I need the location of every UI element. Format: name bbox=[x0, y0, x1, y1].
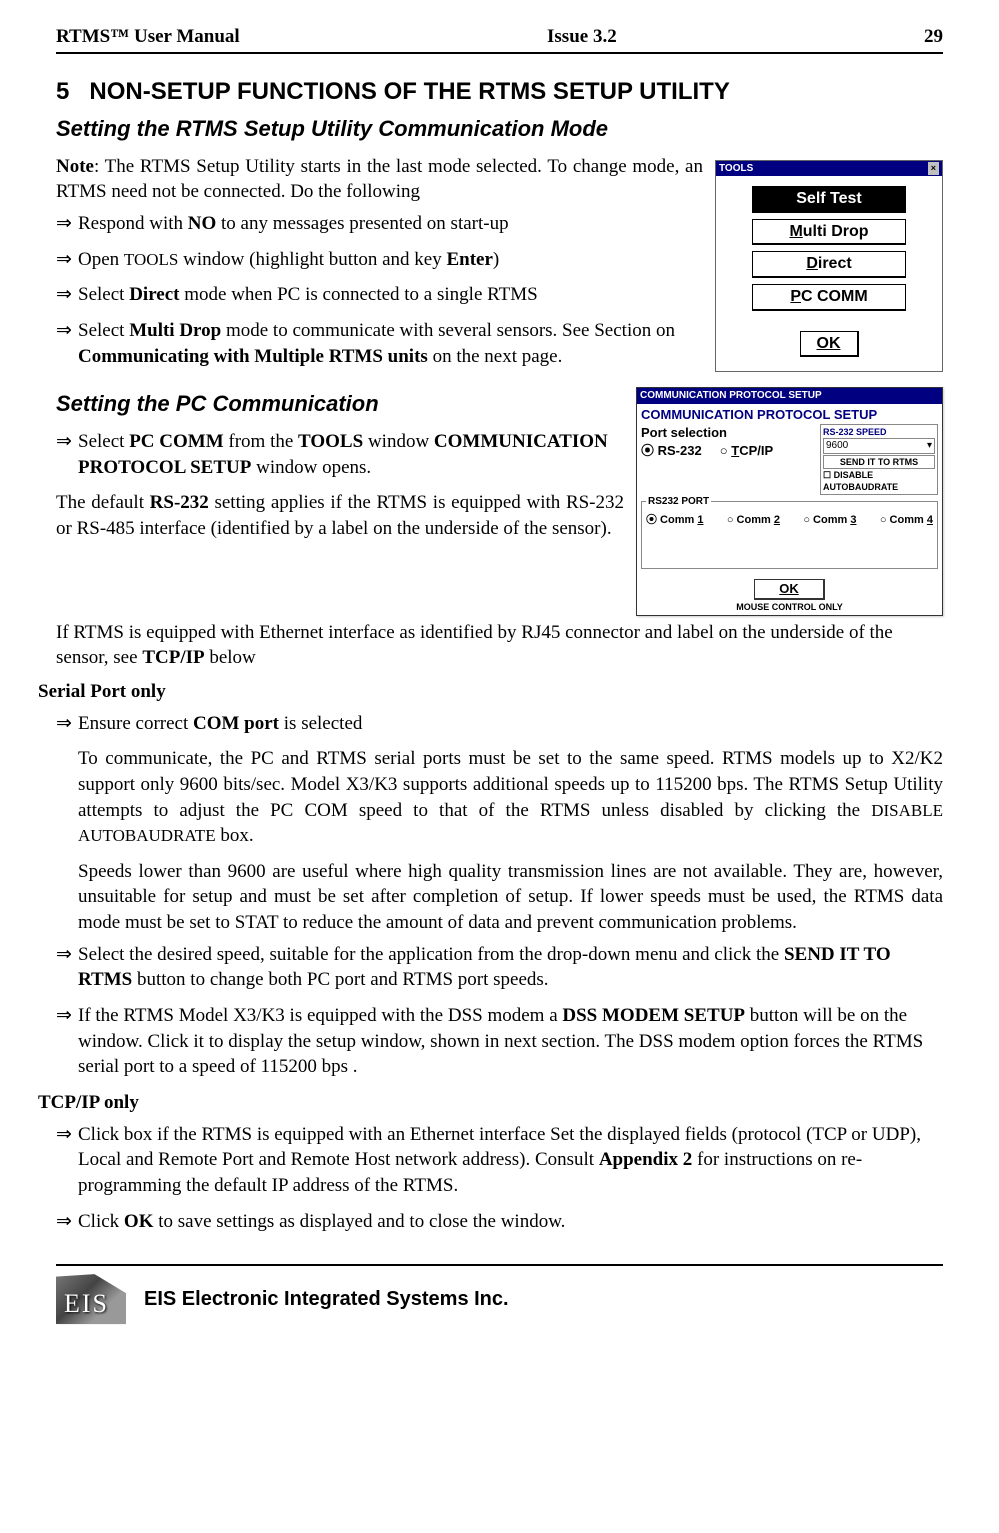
section-title: NON-SETUP FUNCTIONS OF THE RTMS SETUP UT… bbox=[89, 78, 729, 105]
rs232-port-legend: RS232 PORT bbox=[646, 496, 711, 507]
step-dss-modem: If the RTMS Model X3/K3 is equipped with… bbox=[78, 1003, 943, 1080]
rs232-default-paragraph: The default RS-232 setting applies if th… bbox=[56, 490, 624, 541]
comm-protocol-dialog: COMMUNICATION PROTOCOL SETUP COMMUNICATI… bbox=[636, 387, 943, 615]
pc-comm-button[interactable]: PC COMM bbox=[752, 284, 906, 311]
header-right: 29 bbox=[924, 24, 943, 50]
mouse-control-only-label: MOUSE CONTROL ONLY bbox=[641, 601, 938, 613]
footer-company-name: EIS Electronic Integrated Systems Inc. bbox=[144, 1286, 509, 1313]
tcpip-radio[interactable]: ○ TCP/IP bbox=[720, 443, 773, 458]
tcpip-only-heading: TCP/IP only bbox=[38, 1090, 943, 1116]
step-select-multidrop: Select Multi Drop mode to communicate wi… bbox=[78, 318, 703, 369]
section-number: 5 bbox=[56, 78, 69, 105]
comm-titlebar: COMMUNICATION PROTOCOL SETUP bbox=[637, 388, 942, 404]
comm2-radio[interactable]: ○ Comm 2 bbox=[727, 513, 780, 528]
send-to-rtms-button[interactable]: SEND IT TO RTMS bbox=[823, 455, 935, 469]
comm1-radio[interactable]: ⦿ Comm 1 bbox=[646, 513, 703, 528]
page-header: RTMS™ User Manual Issue 3.2 29 bbox=[56, 24, 943, 54]
comm-heading: COMMUNICATION PROTOCOL SETUP bbox=[641, 406, 938, 424]
step-select-pccomm: Select PC COMM from the TOOLS window COM… bbox=[78, 429, 624, 480]
page-footer: EIS EIS Electronic Integrated Systems In… bbox=[56, 1266, 943, 1332]
speed-paragraph-2: Speeds lower than 9600 are useful where … bbox=[78, 859, 943, 936]
comm-ok-button[interactable]: OK bbox=[754, 579, 825, 600]
rs232-port-group: RS232 PORT ⦿ Comm 1 ○ Comm 2 ○ Comm 3 ○ … bbox=[641, 501, 938, 569]
rs232-radio[interactable]: ⦿ RS-232 bbox=[641, 443, 702, 458]
serial-port-only-heading: Serial Port only bbox=[38, 679, 943, 705]
port-selection-label: Port selection bbox=[641, 424, 773, 442]
comm3-radio[interactable]: ○ Comm 3 bbox=[803, 513, 856, 528]
step-tcpip-fields: Click box if the RTMS is equipped with a… bbox=[78, 1122, 943, 1199]
header-left: RTMS™ User Manual bbox=[56, 24, 240, 50]
step-ensure-comport: Ensure correct COM port is selected bbox=[78, 711, 943, 737]
step-open-tools: Open TOOLS window (highlight button and … bbox=[78, 247, 703, 273]
tools-titlebar: TOOLS × bbox=[716, 161, 942, 177]
disable-autobaud-checkbox[interactable]: ☐ DISABLE AUTOBAUDRATE bbox=[823, 469, 935, 493]
step-respond-no: Respond with NO to any messages presente… bbox=[78, 211, 703, 237]
tools-dialog: TOOLS × Self Test Multi Drop Direct PC C… bbox=[715, 160, 943, 372]
chevron-down-icon: ▾ bbox=[927, 439, 932, 453]
step-select-speed: Select the desired speed, suitable for t… bbox=[78, 942, 943, 993]
ethernet-paragraph: If RTMS is equipped with Ethernet interf… bbox=[56, 620, 943, 671]
speed-dropdown[interactable]: 9600▾ bbox=[823, 438, 935, 454]
subsection-2-heading: Setting the PC Communication bbox=[56, 389, 624, 419]
eis-logo-icon: EIS bbox=[56, 1274, 126, 1324]
note-paragraph: Note: The RTMS Setup Utility starts in t… bbox=[56, 154, 703, 205]
comm4-radio[interactable]: ○ Comm 4 bbox=[880, 513, 933, 528]
subsection-1-heading: Setting the RTMS Setup Utility Communica… bbox=[56, 114, 943, 144]
tools-ok-button[interactable]: OK bbox=[800, 331, 859, 358]
close-icon[interactable]: × bbox=[928, 162, 939, 174]
step-click-ok: Click OK to save settings as displayed a… bbox=[78, 1209, 943, 1235]
rs232-speed-label: RS-232 SPEED bbox=[823, 426, 935, 438]
section-heading: 5 NON-SETUP FUNCTIONS OF THE RTMS SETUP … bbox=[56, 76, 943, 108]
multi-drop-button[interactable]: Multi Drop bbox=[752, 219, 906, 246]
tools-title-text: TOOLS bbox=[719, 162, 753, 176]
self-test-button[interactable]: Self Test bbox=[752, 186, 906, 213]
direct-button[interactable]: Direct bbox=[752, 251, 906, 278]
speed-paragraph-1: To communicate, the PC and RTMS serial p… bbox=[78, 746, 943, 849]
header-center: Issue 3.2 bbox=[547, 24, 617, 50]
step-select-direct: Select Direct mode when PC is connected … bbox=[78, 282, 703, 308]
